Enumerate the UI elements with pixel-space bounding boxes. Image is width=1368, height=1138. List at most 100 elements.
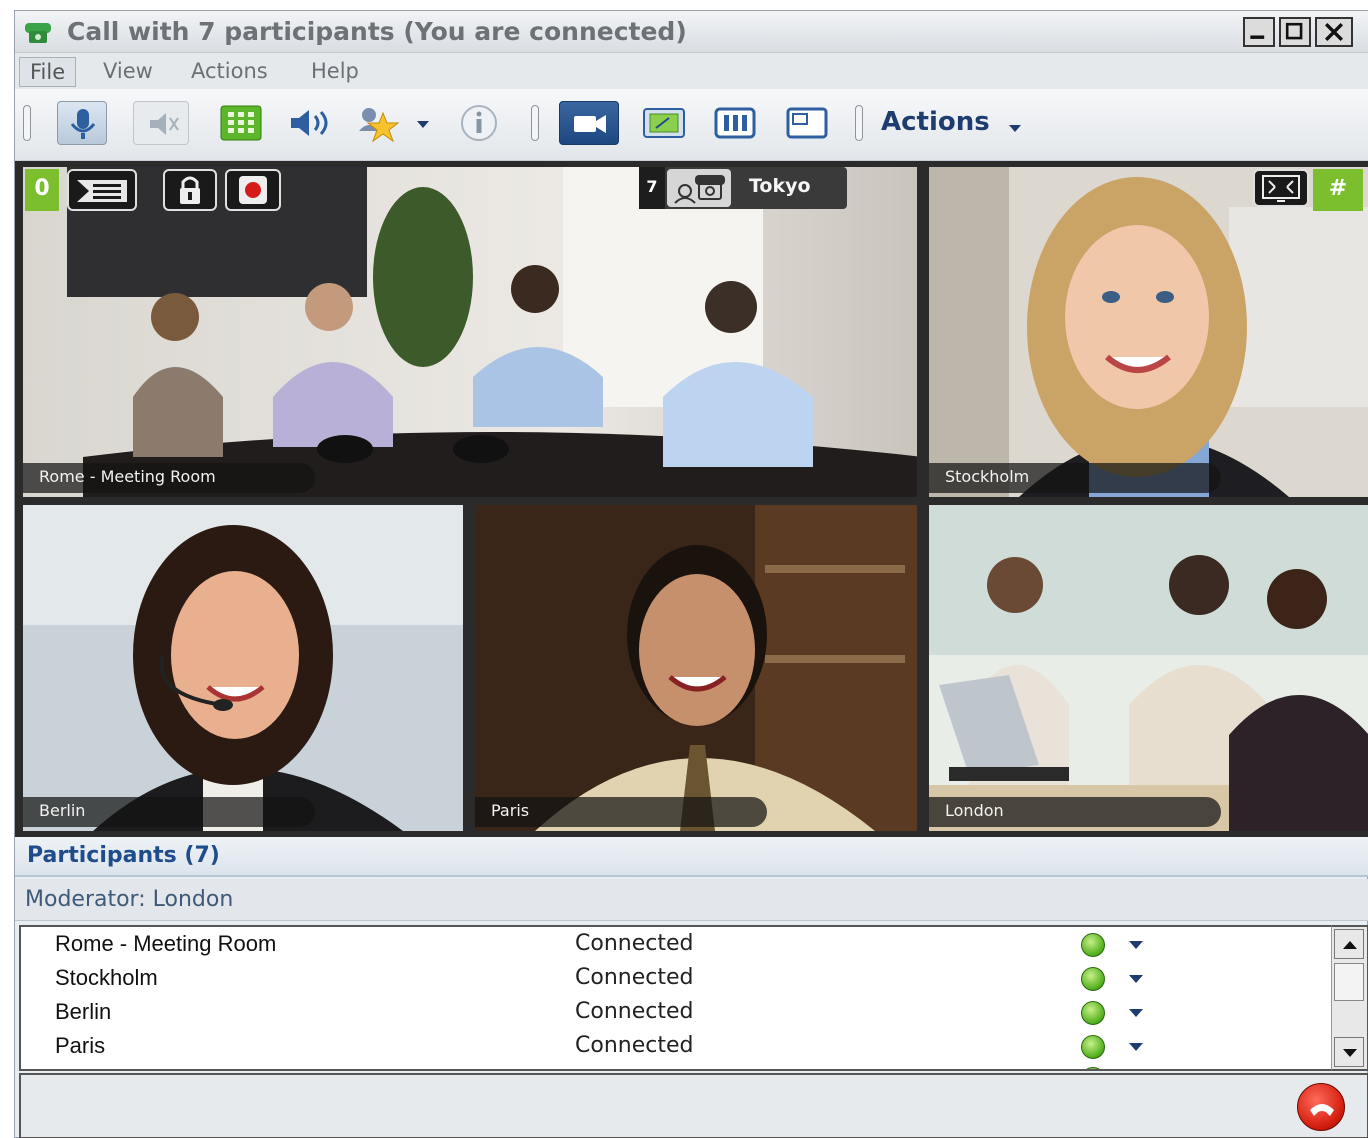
lock-button[interactable]	[163, 169, 217, 211]
connected-status-icon[interactable]	[1081, 933, 1105, 957]
favorites-star-icon	[359, 108, 429, 143]
participants-scrollbar[interactable]	[1331, 925, 1368, 1071]
list-item[interactable]: Paris Connected	[21, 1031, 1331, 1065]
fullscreen-button[interactable]	[1253, 169, 1309, 207]
record-icon	[239, 176, 267, 204]
window-title: Call with 7 participants (You are connec…	[67, 17, 687, 46]
connected-status-icon[interactable]	[1081, 1001, 1105, 1025]
video-feed-image	[929, 505, 1368, 831]
list-item[interactable]: Rome - Meeting Room Connected	[21, 929, 1331, 963]
participants-header: Participants (7)	[15, 837, 1368, 877]
scroll-down-button[interactable]	[1334, 1037, 1364, 1067]
layout-button[interactable]	[711, 101, 759, 145]
presentation-icon	[643, 108, 685, 138]
chevron-down-icon[interactable]	[1009, 125, 1021, 132]
video-label: Rome - Meeting Room	[23, 463, 315, 493]
telephone-icon	[667, 169, 731, 207]
chevron-down-icon[interactable]	[1129, 941, 1143, 949]
participant-name: Paris	[55, 1033, 106, 1058]
toolbar-separator	[531, 105, 539, 141]
layout-grid-icon	[77, 180, 127, 202]
window-mode-button[interactable]	[783, 101, 831, 145]
video-label: Paris	[475, 797, 767, 827]
participant-status: Connected	[575, 999, 694, 1024]
participant-status: Connected	[575, 965, 694, 990]
dialpad-button[interactable]	[219, 101, 263, 145]
scrollbar-thumb[interactable]	[1334, 963, 1364, 1001]
video-tile-berlin[interactable]: Berlin	[23, 505, 463, 831]
camera-button[interactable]	[559, 101, 619, 145]
close-button[interactable]	[1315, 17, 1353, 47]
participants-list: Rome - Meeting Room Connected Stockholm …	[19, 925, 1331, 1071]
menu-help[interactable]: Help	[301, 57, 369, 87]
dialpad-badge[interactable]: #	[1313, 169, 1363, 211]
arrow-up-icon	[1343, 941, 1357, 949]
toolbar-separator	[855, 105, 863, 141]
video-label: London	[929, 797, 1221, 827]
participant-name: Rome - Meeting Room	[55, 931, 277, 956]
fullscreen-icon	[1262, 175, 1300, 202]
volume-button[interactable]	[285, 101, 339, 145]
arrow-down-icon	[1343, 1049, 1357, 1057]
video-feed-image	[23, 505, 463, 831]
favorites-button[interactable]	[355, 101, 435, 145]
chevron-down-icon[interactable]	[1129, 975, 1143, 983]
audio-participant-tag[interactable]: 7 Tokyo	[639, 167, 847, 209]
menu-actions[interactable]: Actions	[181, 57, 278, 87]
microphone-button[interactable]	[57, 101, 107, 145]
scroll-up-button[interactable]	[1334, 929, 1364, 959]
moderator-bar: Moderator: London	[15, 879, 1368, 921]
participant-status: Connected	[575, 1033, 694, 1058]
speaker-mute-icon	[150, 113, 179, 135]
video-feed-image	[929, 167, 1368, 497]
connected-status-icon[interactable]	[1081, 967, 1105, 991]
presentation-button[interactable]	[639, 101, 689, 145]
phone-icon	[25, 23, 51, 43]
microphone-icon	[70, 109, 96, 139]
chevron-down-icon[interactable]	[1129, 1009, 1143, 1017]
volume-icon	[291, 110, 328, 136]
dialpad-icon	[220, 105, 262, 141]
list-item[interactable]: Berlin Connected	[21, 997, 1331, 1031]
minimize-button[interactable]	[1243, 17, 1275, 47]
maximize-icon	[1285, 22, 1303, 40]
video-feed-image	[23, 167, 917, 497]
lock-icon	[180, 176, 200, 204]
participant-name: Stockholm	[55, 965, 158, 990]
call-window: Call with 7 participants (You are connec…	[14, 10, 1368, 1138]
video-tile-paris[interactable]: Paris	[475, 505, 917, 831]
maximize-button[interactable]	[1279, 17, 1311, 47]
participant-name: Berlin	[55, 999, 112, 1024]
participants-title: Participants (7)	[27, 843, 220, 868]
video-feed-image	[475, 505, 917, 831]
info-button[interactable]	[455, 101, 503, 145]
video-tile-rome[interactable]: Rome - Meeting Room	[23, 167, 917, 497]
menu-bar: File View Actions Help	[15, 53, 1368, 89]
connected-status-icon[interactable]	[1081, 1035, 1105, 1059]
connected-status-icon[interactable]	[1081, 1067, 1105, 1069]
camera-icon	[574, 115, 606, 133]
chevron-down-icon[interactable]	[1129, 1043, 1143, 1051]
menu-view[interactable]: View	[93, 57, 163, 87]
speaker-button[interactable]	[133, 101, 189, 145]
layout-count-badge[interactable]: 0	[25, 169, 59, 211]
list-item[interactable]: Stockholm Connected	[21, 963, 1331, 997]
video-grid: Rome - Meeting Room Stockholm Berlin Par…	[15, 161, 1368, 837]
info-icon	[461, 105, 497, 141]
audio-participant-name: Tokyo	[749, 175, 811, 197]
layout-selector-button[interactable]	[67, 169, 137, 211]
video-tile-london[interactable]: London	[929, 505, 1368, 831]
moderator-label: Moderator: London	[25, 887, 234, 912]
video-label: Stockholm	[929, 463, 1221, 493]
close-icon	[1324, 22, 1344, 42]
participant-status: Connected	[575, 931, 694, 956]
call-footer	[19, 1073, 1368, 1138]
hang-up-icon	[1310, 1104, 1334, 1116]
hang-up-button[interactable]	[1297, 1083, 1345, 1131]
video-tile-stockholm[interactable]: Stockholm	[929, 167, 1368, 497]
toolbar: Actions	[15, 89, 1368, 161]
menu-file[interactable]: File	[19, 57, 77, 87]
video-label: Berlin	[23, 797, 315, 827]
record-button[interactable]	[225, 169, 281, 211]
toolbar-actions-menu[interactable]: Actions	[881, 107, 990, 137]
